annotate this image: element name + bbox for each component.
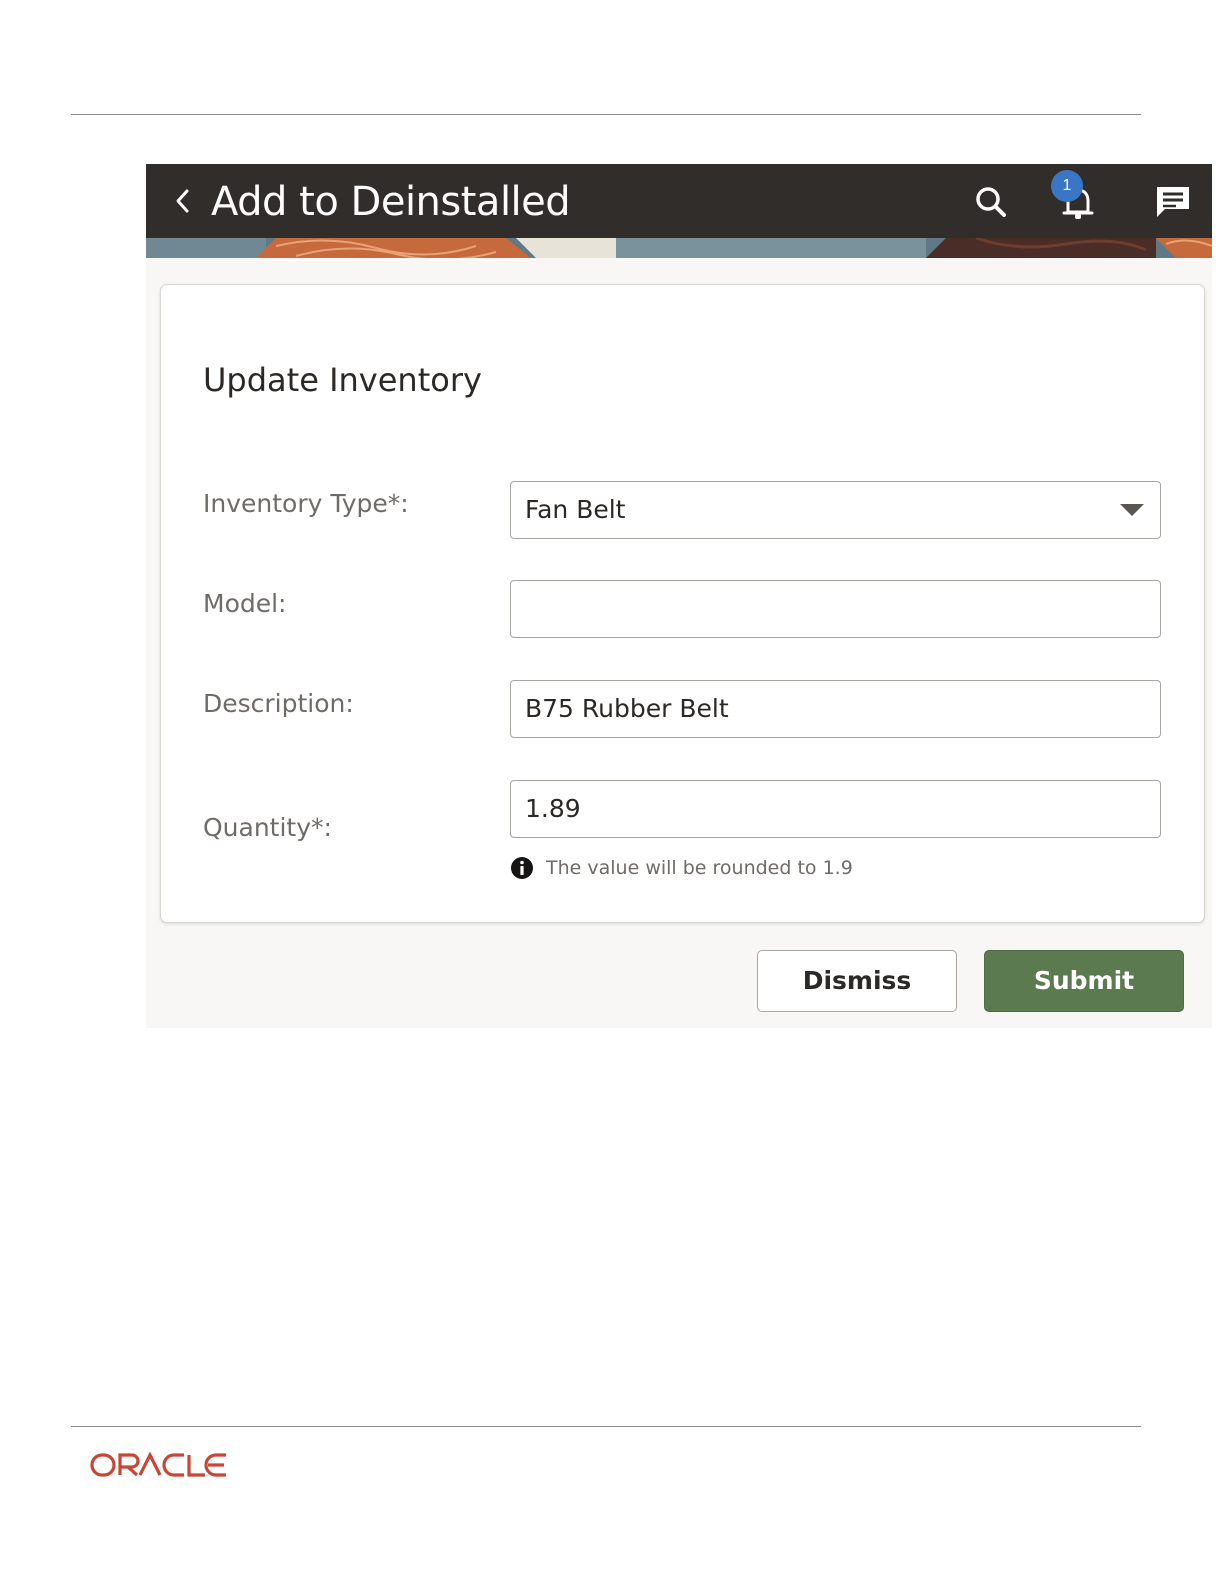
description-value: B75 Rubber Belt (525, 694, 729, 723)
chevron-left-icon (176, 189, 189, 213)
search-icon (976, 187, 1006, 217)
quantity-hint: The value will be rounded to 1.9 (510, 855, 853, 881)
bottom-divider (71, 1426, 1141, 1427)
app-header: Add to Deinstalled 1 (146, 164, 1212, 238)
top-divider (71, 114, 1141, 115)
quantity-value: 1.89 (525, 794, 581, 823)
inventory-type-value: Fan Belt (525, 495, 626, 524)
model-input[interactable] (510, 580, 1161, 638)
quantity-hint-text: The value will be rounded to 1.9 (546, 857, 853, 879)
app-screenshot: Add to Deinstalled 1 Update Inventory In… (146, 164, 1212, 1028)
dismiss-button[interactable]: Dismiss (757, 950, 957, 1012)
chat-icon (1157, 187, 1189, 217)
inventory-type-select[interactable]: Fan Belt (510, 481, 1161, 539)
search-button[interactable] (966, 177, 1016, 227)
quantity-label: Quantity*: (203, 813, 332, 842)
decorative-banner (146, 238, 1212, 258)
info-icon (511, 857, 533, 879)
messages-button[interactable] (1148, 177, 1198, 227)
page-title: Add to Deinstalled (211, 179, 571, 225)
submit-button[interactable]: Submit (984, 950, 1184, 1012)
description-input[interactable]: B75 Rubber Belt (510, 680, 1161, 738)
description-label: Description: (203, 689, 354, 718)
inventory-type-label: Inventory Type*: (203, 489, 409, 518)
back-button[interactable] (160, 178, 206, 224)
update-inventory-card: Update Inventory Inventory Type*: Fan Be… (160, 284, 1205, 923)
oracle-logo (90, 1451, 234, 1480)
model-label: Model: (203, 589, 287, 618)
chevron-down-icon (1120, 504, 1144, 516)
quantity-input[interactable]: 1.89 (510, 780, 1161, 838)
notification-badge: 1 (1051, 170, 1083, 202)
card-title: Update Inventory (203, 361, 482, 399)
